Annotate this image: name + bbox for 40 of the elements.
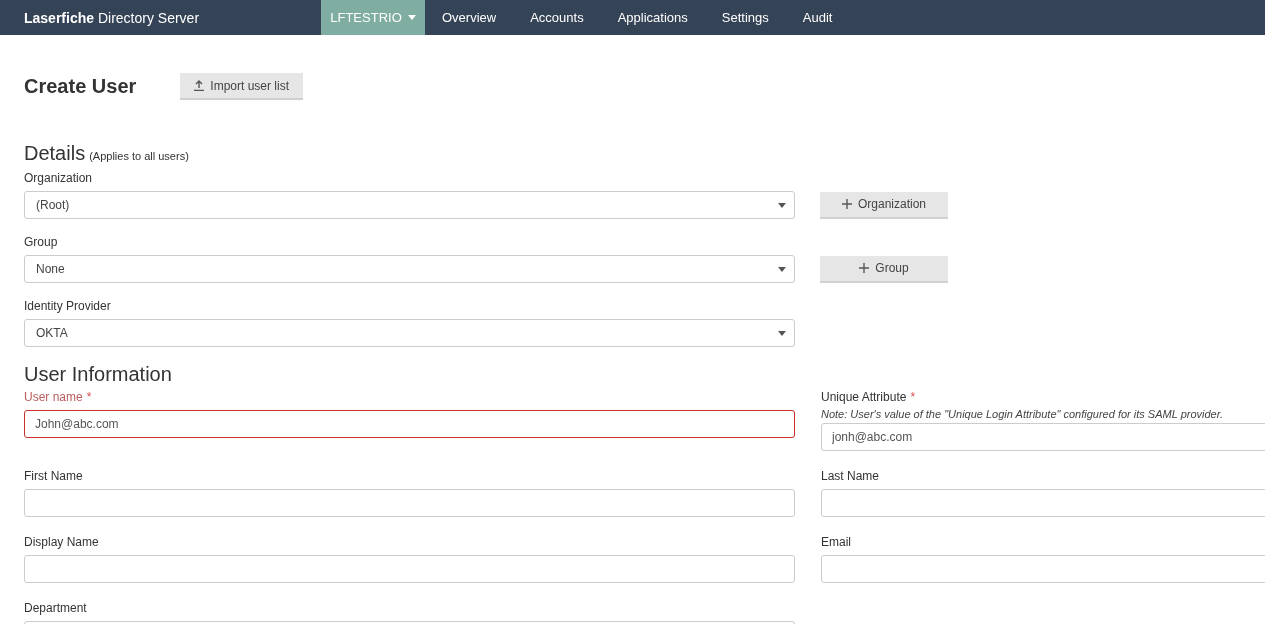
section-heading: Details xyxy=(24,142,86,165)
caret-icon xyxy=(778,266,786,272)
nav-tab[interactable]: Overview xyxy=(425,0,514,35)
dropdown-field[interactable]: None xyxy=(24,255,795,283)
text-field[interactable]: John@abc.com xyxy=(24,410,795,438)
field-label: Email xyxy=(821,535,852,549)
page-title: Create User xyxy=(24,75,137,98)
dropdown-field[interactable]: OKTA xyxy=(24,319,795,347)
plus-icon xyxy=(841,199,852,209)
dropdown-field[interactable]: (Root) xyxy=(24,191,795,219)
section-note: (Applies to all users) xyxy=(89,150,189,162)
nav-tab[interactable]: Applications xyxy=(600,0,705,35)
upload-icon xyxy=(194,80,205,91)
text-field[interactable] xyxy=(821,555,1265,583)
text-field[interactable] xyxy=(24,489,795,517)
section-heading: User Information xyxy=(24,363,172,386)
add-button[interactable]: Group xyxy=(820,255,948,283)
nav-tab[interactable]: Accounts xyxy=(513,0,601,35)
text-field[interactable] xyxy=(24,555,795,583)
field-label: Organization xyxy=(24,171,94,185)
field-label: First Name xyxy=(24,469,84,483)
field-label: User name * xyxy=(24,390,93,404)
field-label: Identity Provider xyxy=(24,299,112,313)
text-field[interactable]: jonh@abc.com xyxy=(821,423,1265,451)
nav-tab[interactable]: Audit xyxy=(785,0,850,35)
caret-icon xyxy=(778,330,786,336)
caret-icon xyxy=(407,15,416,20)
field-label: Unique Attribute * xyxy=(821,390,917,404)
import-button[interactable]: Import user list xyxy=(180,73,303,100)
field-label: Display Name xyxy=(24,535,100,549)
field-label: Last Name xyxy=(821,469,881,483)
brand-logo: Laserfiche Directory Server xyxy=(23,8,201,28)
text-field[interactable] xyxy=(821,489,1265,517)
field-label: Group xyxy=(24,235,59,249)
field-note: Note: User's value of the "Unique Login Attribute" configured for its SAML provider. xyxy=(821,408,1225,420)
plus-icon xyxy=(859,263,870,273)
field-label: Department xyxy=(24,601,88,615)
caret-icon xyxy=(778,202,786,208)
nav-tab[interactable]: Settings xyxy=(704,0,786,35)
add-button[interactable]: Organization xyxy=(820,191,948,219)
